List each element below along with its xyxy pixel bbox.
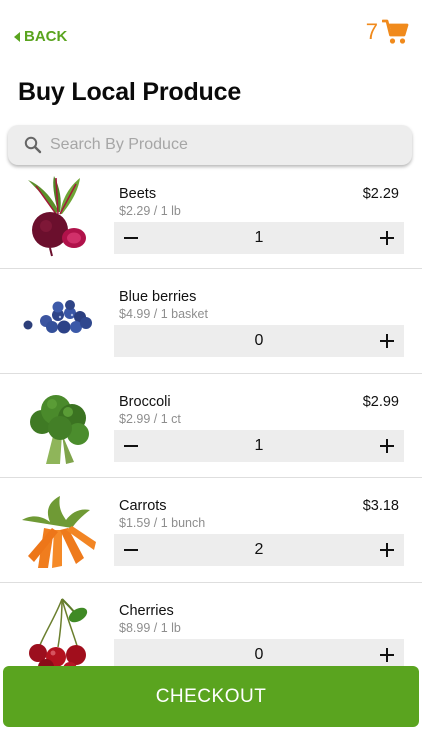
product-unit-price: $8.99 / 1 lb [119, 620, 181, 635]
search-input[interactable] [50, 136, 380, 154]
blueberries-image [23, 300, 92, 334]
top-bar: BACK 7 [0, 0, 422, 70]
quantity-value: 0 [254, 332, 264, 349]
beets-image [28, 176, 86, 257]
product-unit-price: $2.29 / 1 lb [119, 204, 181, 218]
shopping-cart-icon [382, 19, 409, 44]
search-bar[interactable] [8, 125, 412, 165]
cherries-image [29, 597, 88, 666]
quantity-value: 0 [254, 645, 264, 663]
product-unit-price: $1.59 / 1 bunch [119, 516, 206, 530]
back-button[interactable]: BACK [14, 28, 67, 45]
product-total-price: $2.99 [362, 393, 399, 410]
plus-icon[interactable] [380, 647, 394, 663]
quantity-value: 1 [254, 229, 264, 246]
cart-count: 7 [365, 19, 378, 44]
product-row-broccoli: Broccoli $2.99 / 1 ct $2.99 1 [0, 374, 422, 478]
product-row-cherries: Cherries $8.99 / 1 lb 0 [0, 583, 422, 666]
product-row-carrots: Carrots $1.59 / 1 bunch $3.18 2 [0, 478, 422, 583]
product-row-blueberries: Blue berries $4.99 / 1 basket 0 [0, 269, 422, 374]
back-label: BACK [24, 28, 68, 45]
quantity-stepper: 1 [114, 222, 404, 254]
product-unit-price: $4.99 / 1 basket [119, 307, 208, 321]
minus-icon[interactable] [124, 444, 138, 447]
quantity-stepper: 2 [114, 534, 404, 566]
search-icon [24, 136, 42, 154]
product-name: Beets [119, 186, 157, 202]
quantity-value: 1 [254, 436, 264, 454]
product-total-price: $3.18 [362, 498, 399, 514]
product-name: Cherries [119, 602, 174, 619]
product-list: Beets $2.29 / 1 lb $2.29 1 Blue berries … [0, 166, 422, 666]
page-title: Buy Local Produce [18, 78, 242, 106]
plus-icon[interactable] [380, 230, 394, 246]
checkout-button[interactable]: CHECKOUT [3, 666, 419, 727]
product-total-price: $2.29 [362, 186, 399, 202]
carrots-image [22, 496, 96, 568]
broccoli-image [30, 394, 89, 464]
product-row-beets: Beets $2.29 / 1 lb $2.29 1 [0, 166, 422, 269]
product-name: Carrots [119, 498, 167, 514]
cart-button[interactable]: 7 [366, 18, 410, 46]
quantity-stepper: 0 [114, 325, 404, 357]
product-unit-price: $2.99 / 1 ct [119, 411, 181, 426]
minus-icon[interactable] [124, 237, 138, 239]
product-name: Broccoli [119, 393, 171, 410]
minus-icon[interactable] [124, 549, 138, 551]
plus-icon[interactable] [380, 438, 394, 454]
quantity-stepper: 0 [114, 638, 404, 666]
product-name: Blue berries [119, 289, 197, 305]
quantity-value: 2 [254, 541, 264, 558]
plus-icon[interactable] [380, 333, 394, 349]
quantity-stepper: 1 [114, 429, 404, 462]
plus-icon[interactable] [380, 542, 394, 558]
caret-left-icon [14, 31, 20, 42]
